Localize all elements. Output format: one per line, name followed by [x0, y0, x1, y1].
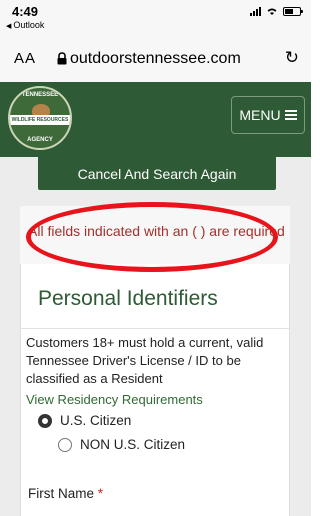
status-icons: [250, 6, 303, 16]
hamburger-icon: [284, 110, 297, 120]
status-time: 4:49: [12, 4, 39, 19]
residency-info-text: Customers 18+ must hold a current, valid…: [26, 335, 264, 386]
logo-text-top: TENNESSEE: [21, 92, 59, 98]
reload-icon[interactable]: ↻: [285, 48, 299, 68]
section-title: Personal Identifiers: [38, 287, 218, 310]
back-to-app-link[interactable]: ◀ Outlook: [6, 20, 44, 30]
non-us-citizen-option[interactable]: NON U.S. Citizen: [58, 437, 185, 452]
us-citizen-label: U.S. Citizen: [60, 413, 132, 428]
required-star: *: [97, 486, 104, 501]
us-citizen-radio[interactable]: [38, 413, 52, 428]
section-divider: [20, 328, 290, 329]
status-bar: 4:49 ◀ Outlook: [0, 0, 311, 36]
address-field[interactable]: outdoorstennessee.com: [70, 50, 241, 68]
signal-icon: [250, 6, 261, 16]
agency-logo[interactable]: TENNESSEE WILDLIFE RESOURCES AGENCY: [8, 86, 72, 150]
site-header: TENNESSEE WILDLIFE RESOURCES AGENCY MENU: [0, 82, 311, 157]
back-app-label: Outlook: [13, 20, 45, 30]
us-citizen-option[interactable]: U.S. Citizen: [38, 413, 131, 428]
logo-text-band: WILDLIFE RESOURCES: [10, 115, 70, 125]
text-size-button[interactable]: AA: [14, 50, 36, 67]
battery-icon: [283, 7, 303, 16]
view-residency-requirements-link[interactable]: View Residency Requirements: [26, 392, 203, 407]
back-triangle-icon: ◀: [6, 23, 12, 30]
non-us-citizen-label: NON U.S. Citizen: [80, 437, 186, 452]
cancel-and-search-again-button[interactable]: Cancel And Search Again: [38, 157, 276, 190]
annotation-circle: [26, 202, 278, 272]
logo-text-bottom: AGENCY: [27, 137, 53, 143]
non-us-citizen-radio[interactable]: [58, 437, 72, 452]
menu-button[interactable]: MENU: [231, 96, 305, 134]
menu-label: MENU: [239, 107, 281, 123]
wifi-icon: [267, 8, 277, 15]
first-name-label: First Name *: [28, 486, 103, 501]
lock-icon: [57, 52, 67, 65]
first-name-text: First Name: [28, 486, 95, 501]
browser-url-bar: AA outdoorstennessee.com ↻: [0, 36, 311, 82]
